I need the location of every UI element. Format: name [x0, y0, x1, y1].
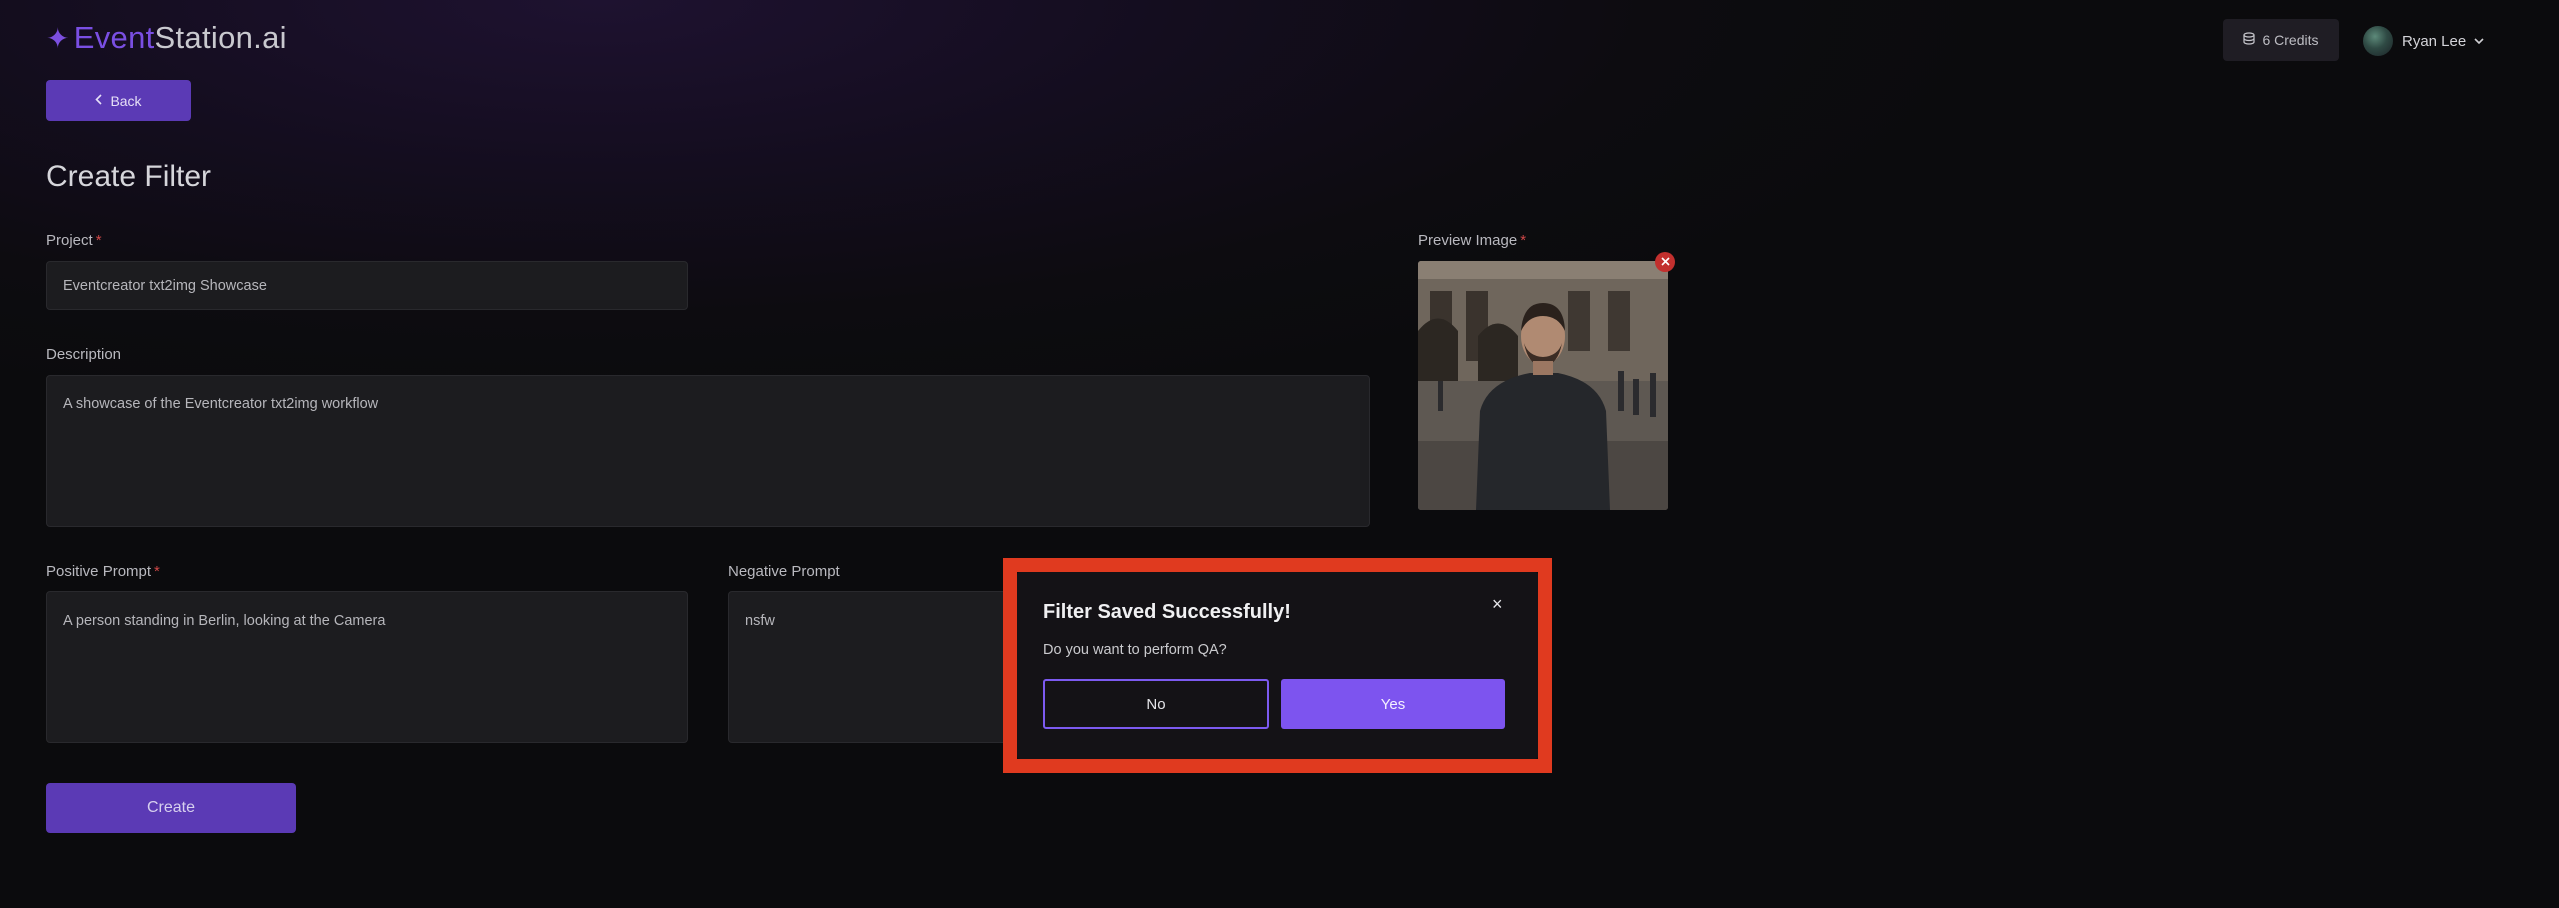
required-marker: *	[1520, 232, 1527, 249]
preview-image[interactable]	[1418, 261, 1668, 510]
description-value: A showcase of the Eventcreator txt2img w…	[63, 396, 379, 412]
preview-image-label-text: Preview Image	[1418, 232, 1518, 249]
avatar	[2363, 26, 2393, 56]
user-menu[interactable]: Ryan Lee	[2363, 22, 2484, 60]
project-label-text: Project	[46, 232, 93, 249]
positive-prompt-textarea[interactable]: A person standing in Berlin, looking at …	[46, 591, 688, 743]
required-marker: *	[95, 232, 102, 249]
chevron-down-icon	[2474, 34, 2484, 48]
user-name: Ryan Lee	[2402, 32, 2467, 50]
credits-button[interactable]: 6 Credits	[2223, 19, 2339, 61]
preview-photo	[1418, 261, 1668, 510]
page-title: Create Filter	[46, 160, 212, 193]
preview-image-label: Preview Image *	[1418, 232, 1526, 249]
positive-prompt-label-text: Positive Prompt	[46, 563, 152, 580]
negative-prompt-value: nsfw	[745, 613, 775, 629]
positive-prompt-label: Positive Prompt *	[46, 563, 160, 580]
project-select[interactable]: Eventcreator txt2img Showcase	[46, 261, 688, 310]
sparkle-icon: ✦	[46, 22, 70, 54]
credits-label: 6 Credits	[2262, 32, 2319, 48]
description-textarea[interactable]: A showcase of the Eventcreator txt2img w…	[46, 375, 1370, 527]
close-icon	[1660, 255, 1670, 269]
close-icon[interactable]: ×	[1492, 594, 1503, 615]
logo-text-station: Station.ai	[154, 20, 287, 55]
positive-prompt-value: A person standing in Berlin, looking at …	[63, 613, 386, 629]
chevron-left-icon	[95, 93, 103, 108]
project-value: Eventcreator txt2img Showcase	[63, 277, 267, 294]
coins-icon	[2243, 32, 2256, 48]
negative-prompt-label: Negative Prompt	[728, 563, 840, 580]
yes-button[interactable]: Yes	[1281, 679, 1505, 729]
no-button[interactable]: No	[1043, 679, 1269, 729]
create-button[interactable]: Create	[46, 783, 296, 833]
project-label: Project *	[46, 232, 102, 249]
description-label: Description	[46, 346, 122, 363]
logo-text-event: Event	[73, 20, 155, 55]
dialog-message: Do you want to perform QA?	[1043, 642, 1227, 658]
dialog-title: Filter Saved Successfully!	[1043, 601, 1291, 623]
back-button[interactable]: Back	[46, 80, 191, 121]
required-marker: *	[154, 563, 160, 580]
remove-image-button[interactable]	[1655, 252, 1675, 272]
app-logo[interactable]: ✦ Event Station.ai	[46, 20, 287, 56]
back-label: Back	[110, 92, 142, 109]
